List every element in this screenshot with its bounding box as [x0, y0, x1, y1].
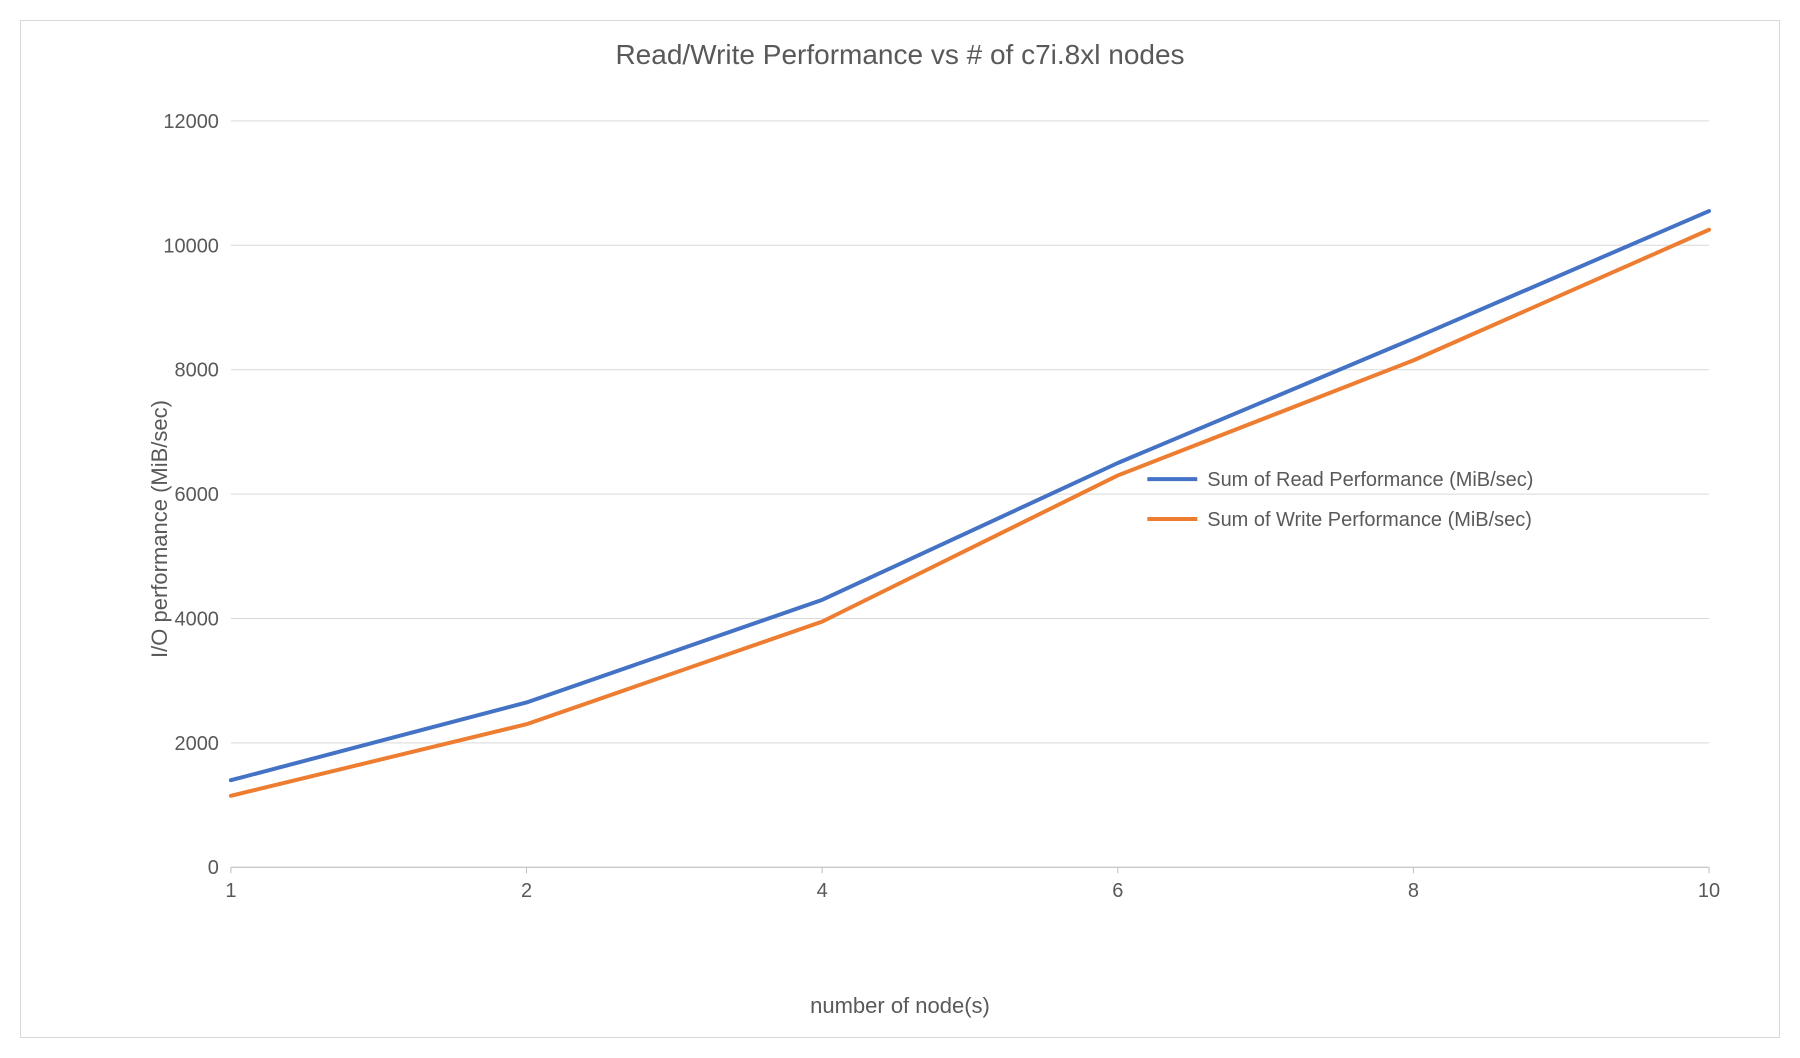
y-tick-label: 2000 [175, 733, 219, 755]
chart-container: Read/Write Performance vs # of c7i.8xl n… [0, 0, 1800, 1058]
chart-frame: Read/Write Performance vs # of c7i.8xl n… [20, 20, 1780, 1038]
x-tick-labels: 1 2 4 6 8 10 [225, 880, 1720, 902]
y-tick-labels: 0 2000 4000 6000 8000 10000 12000 [163, 111, 219, 879]
y-tick-label: 8000 [175, 360, 219, 382]
legend-label: Sum of Read Performance (MiB/sec) [1207, 469, 1533, 491]
x-tick-label: 1 [225, 880, 236, 902]
chart-title: Read/Write Performance vs # of c7i.8xl n… [21, 39, 1779, 71]
plot-svg: 0 2000 4000 6000 8000 10000 12000 1 2 4 6 8 10 Sum … [161, 101, 1739, 927]
x-tick-label: 10 [1698, 880, 1720, 902]
y-tick-label: 10000 [163, 235, 219, 257]
legend: Sum of Read Performance (MiB/sec) Sum of … [1147, 469, 1533, 531]
y-tick-label: 12000 [163, 111, 219, 133]
y-tick-label: 4000 [175, 608, 219, 630]
legend-label: Sum of Write Performance (MiB/sec) [1207, 509, 1532, 531]
x-tick-label: 4 [817, 880, 828, 902]
x-axis-label: number of node(s) [21, 993, 1779, 1019]
x-tick-label: 2 [521, 880, 532, 902]
gridlines [231, 121, 1709, 873]
x-tick-label: 8 [1408, 880, 1419, 902]
y-tick-label: 0 [208, 857, 219, 879]
x-tick-label: 6 [1112, 880, 1123, 902]
series-lines [231, 211, 1709, 796]
y-tick-label: 6000 [175, 484, 219, 506]
series-line-0 [231, 211, 1709, 780]
plot-area: 0 2000 4000 6000 8000 10000 12000 1 2 4 6 8 10 Sum … [161, 101, 1739, 927]
